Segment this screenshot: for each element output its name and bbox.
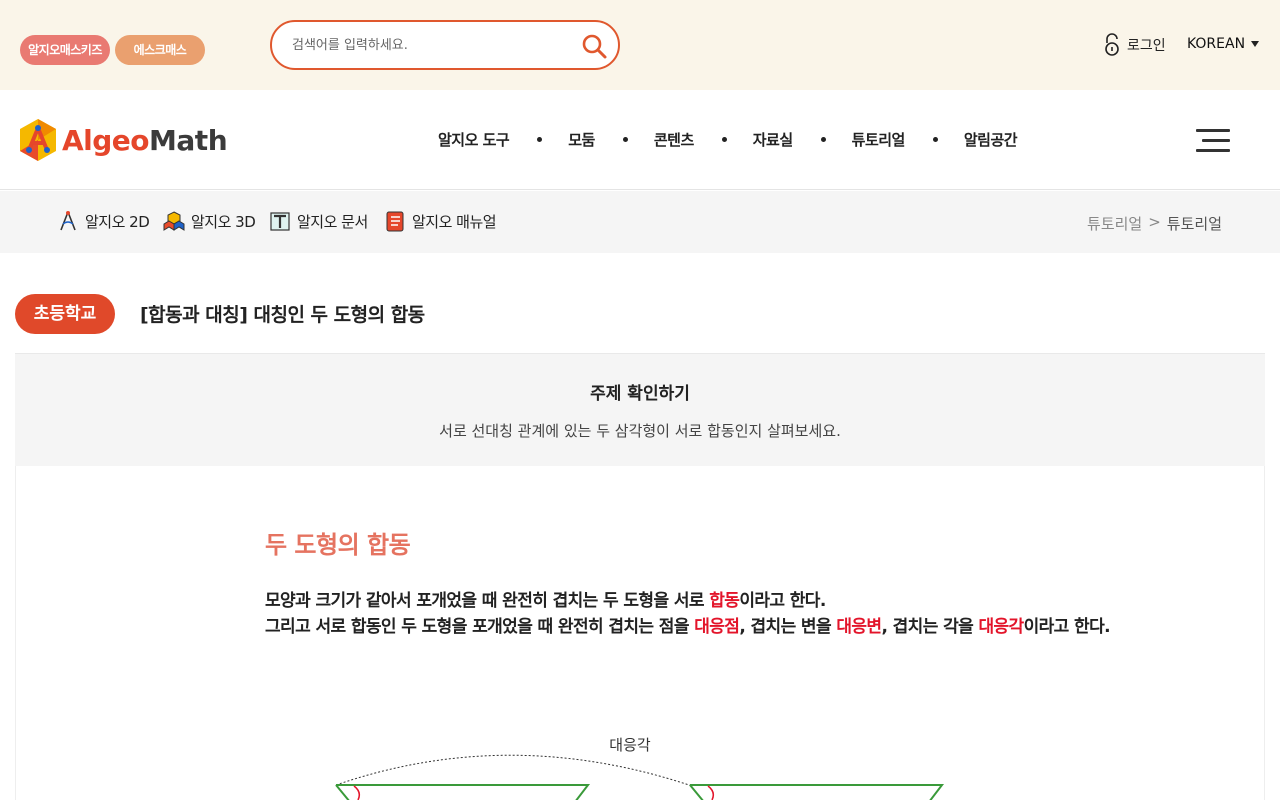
menu-item-groups[interactable]: 모둠 (568, 129, 595, 150)
menu-item-contents[interactable]: 콘텐츠 (654, 129, 694, 150)
breadcrumb: 튜토리얼 > 튜토리얼 (1087, 213, 1222, 234)
topic-heading: 주제 확인하기 (590, 384, 690, 404)
topic-description: 서로 선대칭 관계에 있는 두 삼각형이 서로 합동인지 살펴보세요. (439, 422, 841, 440)
menu-item-tutorial[interactable]: 튜토리얼 (852, 129, 906, 150)
main-menu: 알지오 도구 모둠 콘텐츠 자료실 튜토리얼 알림공간 (438, 128, 1018, 150)
menu-item-resources[interactable]: 자료실 (753, 129, 793, 150)
logo-mark-icon (20, 119, 56, 161)
top-bar: 알지오매스키즈 에스크매스 로그인 KOREAN (0, 0, 1280, 90)
language-label: KOREAN (1187, 36, 1246, 52)
manual-book-icon (386, 211, 404, 232)
menu-separator (820, 136, 826, 142)
page-title: [합동과 대칭] 대칭인 두 도형의 합동 (140, 304, 425, 326)
definition-line-1: 모양과 크기가 같아서 포개었을 때 완전히 겹치는 두 도형을 서로 합동이라… (265, 591, 826, 611)
algeomath-logo[interactable]: AlgeoMath (18, 117, 228, 163)
breadcrumb-separator: > (1148, 213, 1161, 231)
figure-label: 대응각 (609, 736, 651, 754)
definition-line-2: 그리고 서로 합동인 두 도형을 포개었을 때 완전히 겹치는 점을 대응점, … (265, 617, 1111, 637)
topic-box: 주제 확인하기 서로 선대칭 관계에 있는 두 삼각형이 서로 합동인지 살펴보… (15, 353, 1265, 466)
menu-item-notice[interactable]: 알림공간 (964, 129, 1018, 150)
section-heading: 두 도형의 합동 (265, 531, 411, 559)
menu-separator (932, 136, 938, 142)
menu-separator (721, 136, 727, 142)
breadcrumb-parent[interactable]: 튜토리얼 (1087, 213, 1142, 234)
tool-link-3d[interactable]: 알지오 3D (163, 210, 256, 232)
language-select[interactable]: KOREAN (1187, 36, 1260, 52)
hamburger-menu-icon[interactable] (1196, 129, 1230, 153)
text-document-icon (270, 212, 290, 231)
main-nav: AlgeoMath 알지오 도구 모둠 콘텐츠 자료실 튜토리얼 알림공간 (0, 90, 1280, 190)
login-label: 로그인 (1127, 38, 1166, 54)
congruent-shapes-figure: 대응각 (335, 736, 945, 800)
caret-down-icon (1251, 41, 1260, 47)
level-badge: 초등학교 (15, 294, 115, 334)
breadcrumb-current: 튜토리얼 (1166, 215, 1222, 233)
menu-item-algeo-tools[interactable]: 알지오 도구 (438, 129, 510, 150)
search-input[interactable] (292, 34, 572, 56)
menu-separator (537, 136, 543, 142)
tool-link-document[interactable]: 알지오 문서 (269, 210, 368, 232)
login-link[interactable]: 로그인 (1103, 32, 1166, 58)
tool-bar: 알지오 2D 알지오 3D 알지오 문서 알지오 매뉴얼 튜토리얼 > 튜토리얼 (0, 191, 1280, 253)
logo-text: AlgeoMath (62, 123, 228, 157)
cubes-icon (163, 211, 185, 231)
compass-icon (60, 211, 76, 231)
menu-separator (622, 136, 628, 142)
algeomath-kids-link[interactable]: 알지오매스키즈 (20, 35, 110, 65)
askmath-link[interactable]: 에스크매스 (115, 35, 205, 65)
tool-link-2d[interactable]: 알지오 2D (57, 210, 150, 232)
search-icon[interactable] (580, 32, 608, 60)
search-box (270, 20, 620, 70)
lock-icon (1105, 33, 1119, 56)
tool-link-manual[interactable]: 알지오 매뉴얼 (384, 210, 497, 232)
